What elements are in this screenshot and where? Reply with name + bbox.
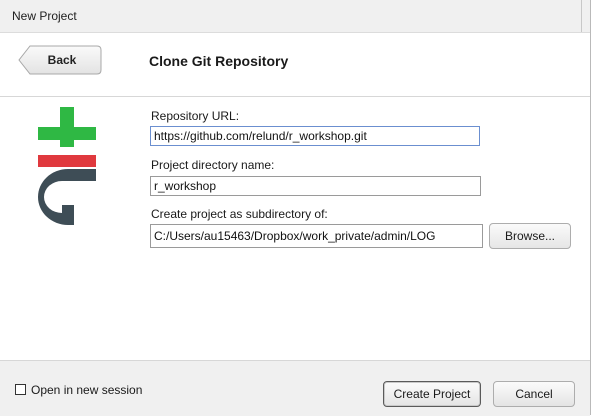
new-session-label: Open in new session <box>31 383 143 397</box>
git-logo-icon <box>38 107 96 225</box>
back-button-label: Back <box>47 53 77 67</box>
new-session-checkbox[interactable] <box>15 384 26 395</box>
title-bar: New Project <box>0 0 591 33</box>
dialog-footer: Open in new session Create Project Cance… <box>0 360 590 416</box>
wizard-header: Back Clone Git Repository <box>0 33 590 97</box>
cancel-button[interactable]: Cancel <box>493 381 575 407</box>
browse-button[interactable]: Browse... <box>489 223 571 249</box>
form-area: Repository URL: Project directory name: … <box>0 97 590 359</box>
dir-name-label: Project directory name: <box>151 158 275 172</box>
subdir-input[interactable] <box>150 224 483 248</box>
subdir-label: Create project as subdirectory of: <box>151 207 328 221</box>
window-title: New Project <box>12 9 77 23</box>
page-title: Clone Git Repository <box>149 53 289 69</box>
repo-url-label: Repository URL: <box>151 109 240 123</box>
back-button[interactable]: Back <box>18 45 102 75</box>
title-bar-divider <box>581 0 582 32</box>
repo-url-input[interactable] <box>150 126 480 146</box>
dir-name-input[interactable] <box>150 176 481 196</box>
create-project-button[interactable]: Create Project <box>383 381 481 407</box>
